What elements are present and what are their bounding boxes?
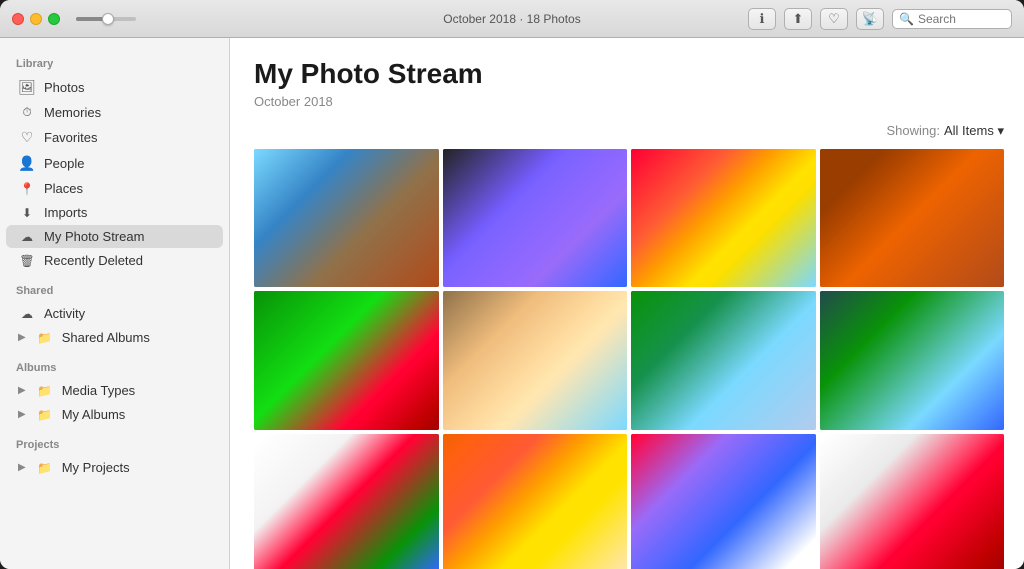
my-albums-icon: 📁: [36, 408, 54, 422]
sidebar-item-label: Favorites: [44, 130, 97, 145]
sidebar-item-photos[interactable]: 🖼 Photos: [6, 75, 223, 100]
photo-grid: [254, 149, 1004, 569]
sidebar-item-label: My Projects: [62, 460, 130, 475]
sidebar-item-shared-albums[interactable]: ▶ 📁 Shared Albums: [6, 326, 223, 349]
close-button[interactable]: [12, 13, 24, 25]
sidebar-item-label: Recently Deleted: [44, 253, 143, 268]
sidebar-item-label: People: [44, 156, 84, 171]
media-types-icon: 📁: [36, 384, 54, 398]
showing-label: Showing:: [887, 123, 940, 139]
photo-item[interactable]: [254, 149, 439, 287]
sidebar-item-photo-stream[interactable]: ☁ My Photo Stream: [6, 225, 223, 248]
search-box[interactable]: 🔍: [892, 9, 1012, 29]
titlebar-title: October 2018 · 18 Photos: [443, 12, 580, 26]
sidebar-item-favorites[interactable]: ♡ Favorites: [6, 125, 223, 150]
sidebar-item-label: Memories: [44, 105, 101, 120]
photo-item[interactable]: [820, 149, 1005, 287]
titlebar-actions: ℹ ⬆ ♡ 📡 🔍: [748, 8, 1012, 30]
main-layout: Library 🖼 Photos ⏱ Memories ♡ Favorites …: [0, 38, 1024, 569]
photo-stream-icon: ☁: [18, 230, 36, 244]
traffic-lights: [12, 13, 60, 25]
sidebar-item-places[interactable]: 📍 Places: [6, 177, 223, 200]
people-icon: 👤: [18, 155, 36, 172]
expand-arrow-icon: ▶: [18, 409, 26, 420]
sidebar: Library 🖼 Photos ⏱ Memories ♡ Favorites …: [0, 38, 230, 569]
photo-item[interactable]: [443, 149, 628, 287]
favorites-icon: ♡: [18, 129, 36, 146]
sidebar-item-people[interactable]: 👤 People: [6, 151, 223, 176]
sidebar-item-label: Photos: [44, 80, 84, 95]
expand-arrow-icon: ▶: [18, 332, 26, 343]
info-button[interactable]: ℹ: [748, 8, 776, 30]
zoom-slider[interactable]: [76, 17, 136, 21]
albums-section-label: Albums: [0, 350, 229, 378]
sidebar-item-media-types[interactable]: ▶ 📁 Media Types: [6, 379, 223, 402]
sidebar-item-label: My Albums: [62, 407, 126, 422]
expand-arrow-icon: ▶: [18, 462, 26, 473]
shared-section-label: Shared: [0, 273, 229, 301]
minimize-button[interactable]: [30, 13, 42, 25]
memories-icon: ⏱: [18, 105, 36, 120]
heart-button[interactable]: ♡: [820, 8, 848, 30]
shared-albums-icon: 📁: [36, 331, 54, 345]
expand-arrow-icon: ▶: [18, 385, 26, 396]
photo-item[interactable]: [631, 434, 816, 569]
content-area: My Photo Stream October 2018 Showing: Al…: [230, 38, 1024, 569]
photos-icon: 🖼: [18, 79, 36, 96]
sidebar-item-label: My Photo Stream: [44, 229, 144, 244]
sidebar-item-memories[interactable]: ⏱ Memories: [6, 101, 223, 124]
photo-item[interactable]: [631, 149, 816, 287]
activity-icon: ☁: [18, 307, 36, 321]
projects-section-label: Projects: [0, 427, 229, 455]
showing-bar: Showing: All Items ▾: [254, 123, 1004, 139]
photo-item[interactable]: [820, 291, 1005, 429]
search-input[interactable]: [918, 12, 1008, 26]
maximize-button[interactable]: [48, 13, 60, 25]
library-section-label: Library: [0, 46, 229, 74]
showing-dropdown[interactable]: All Items ▾: [944, 123, 1004, 139]
photo-item[interactable]: [820, 434, 1005, 569]
sidebar-item-label: Activity: [44, 306, 85, 321]
sidebar-item-my-albums[interactable]: ▶ 📁 My Albums: [6, 403, 223, 426]
sidebar-item-recently-deleted[interactable]: 🗑 Recently Deleted: [6, 249, 223, 272]
photo-item[interactable]: [443, 434, 628, 569]
sidebar-item-label: Media Types: [62, 383, 135, 398]
sidebar-item-label: Shared Albums: [62, 330, 150, 345]
photo-item[interactable]: [631, 291, 816, 429]
places-icon: 📍: [18, 182, 36, 196]
app-window: October 2018 · 18 Photos ℹ ⬆ ♡ 📡 🔍 Libra…: [0, 0, 1024, 569]
photo-item[interactable]: [254, 291, 439, 429]
my-projects-icon: 📁: [36, 461, 54, 475]
share-button[interactable]: ⬆: [784, 8, 812, 30]
sidebar-item-label: Imports: [44, 205, 87, 220]
photo-item[interactable]: [443, 291, 628, 429]
sidebar-item-label: Places: [44, 181, 83, 196]
airdrop-button[interactable]: 📡: [856, 8, 884, 30]
sidebar-item-imports[interactable]: ⬇ Imports: [6, 201, 223, 224]
page-title: My Photo Stream: [254, 58, 1004, 90]
titlebar: October 2018 · 18 Photos ℹ ⬆ ♡ 📡 🔍: [0, 0, 1024, 38]
trash-icon: 🗑: [18, 254, 36, 268]
chevron-down-icon: ▾: [997, 123, 1004, 138]
photo-item[interactable]: [254, 434, 439, 569]
sidebar-item-activity[interactable]: ☁ Activity: [6, 302, 223, 325]
sidebar-item-my-projects[interactable]: ▶ 📁 My Projects: [6, 456, 223, 479]
imports-icon: ⬇: [18, 206, 36, 220]
search-icon: 🔍: [899, 12, 914, 26]
content-subtitle: October 2018: [254, 94, 1004, 109]
